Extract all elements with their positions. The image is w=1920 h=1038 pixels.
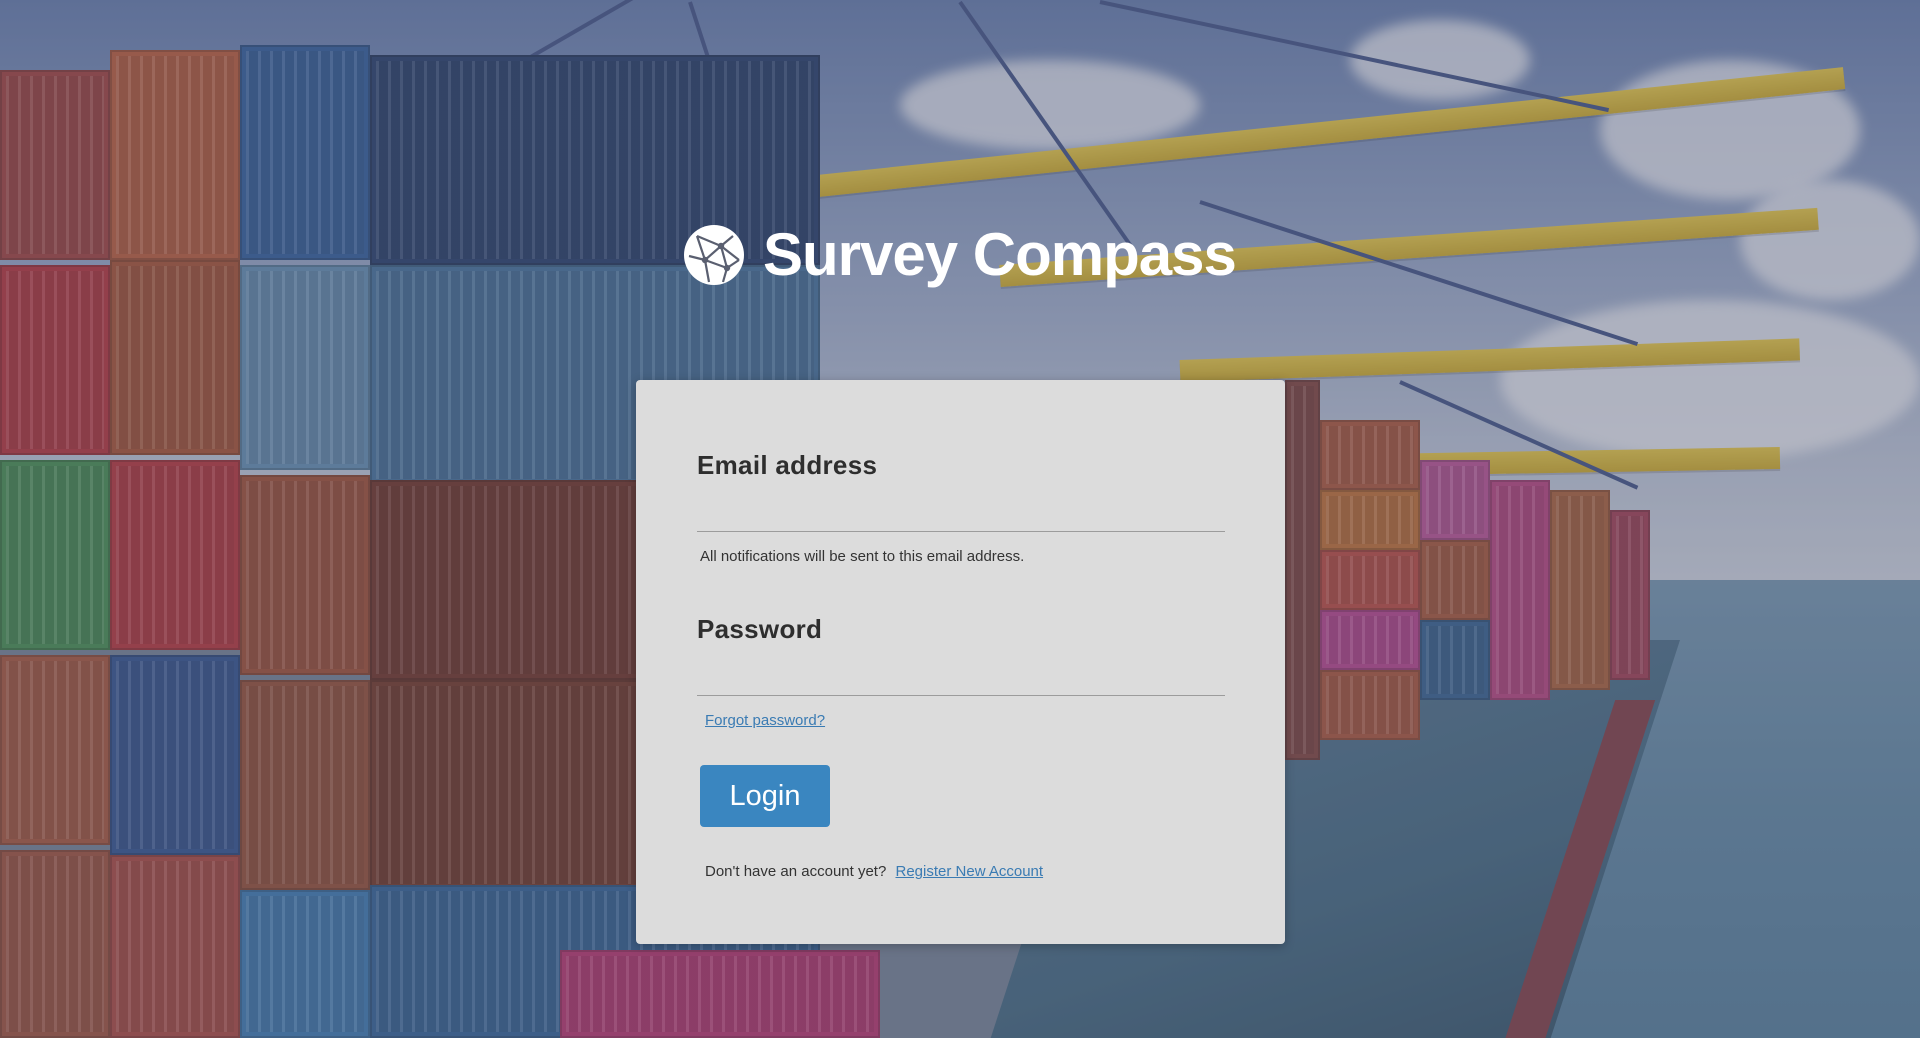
- email-label: Email address: [697, 450, 878, 480]
- login-button[interactable]: Login: [700, 765, 830, 827]
- register-link[interactable]: Register New Account: [896, 863, 1044, 880]
- login-page: Survey Compass Email address All notific…: [0, 0, 1920, 1038]
- forgot-password-link[interactable]: Forgot password?: [705, 712, 825, 729]
- password-field[interactable]: [697, 661, 1225, 696]
- email-hint: All notifications will be sent to this e…: [700, 548, 1025, 565]
- globe-network-icon: [684, 224, 744, 285]
- brand-logo: Survey Compass: [683, 220, 1237, 289]
- register-prompt: Don't have an account yet?: [705, 863, 887, 880]
- register-row: Don't have an account yet? Register New …: [705, 863, 1043, 880]
- password-label: Password: [697, 614, 823, 644]
- email-field[interactable]: [697, 497, 1225, 532]
- login-card: Email address All notifications will be …: [636, 380, 1285, 944]
- brand-name: Survey Compass: [763, 221, 1237, 288]
